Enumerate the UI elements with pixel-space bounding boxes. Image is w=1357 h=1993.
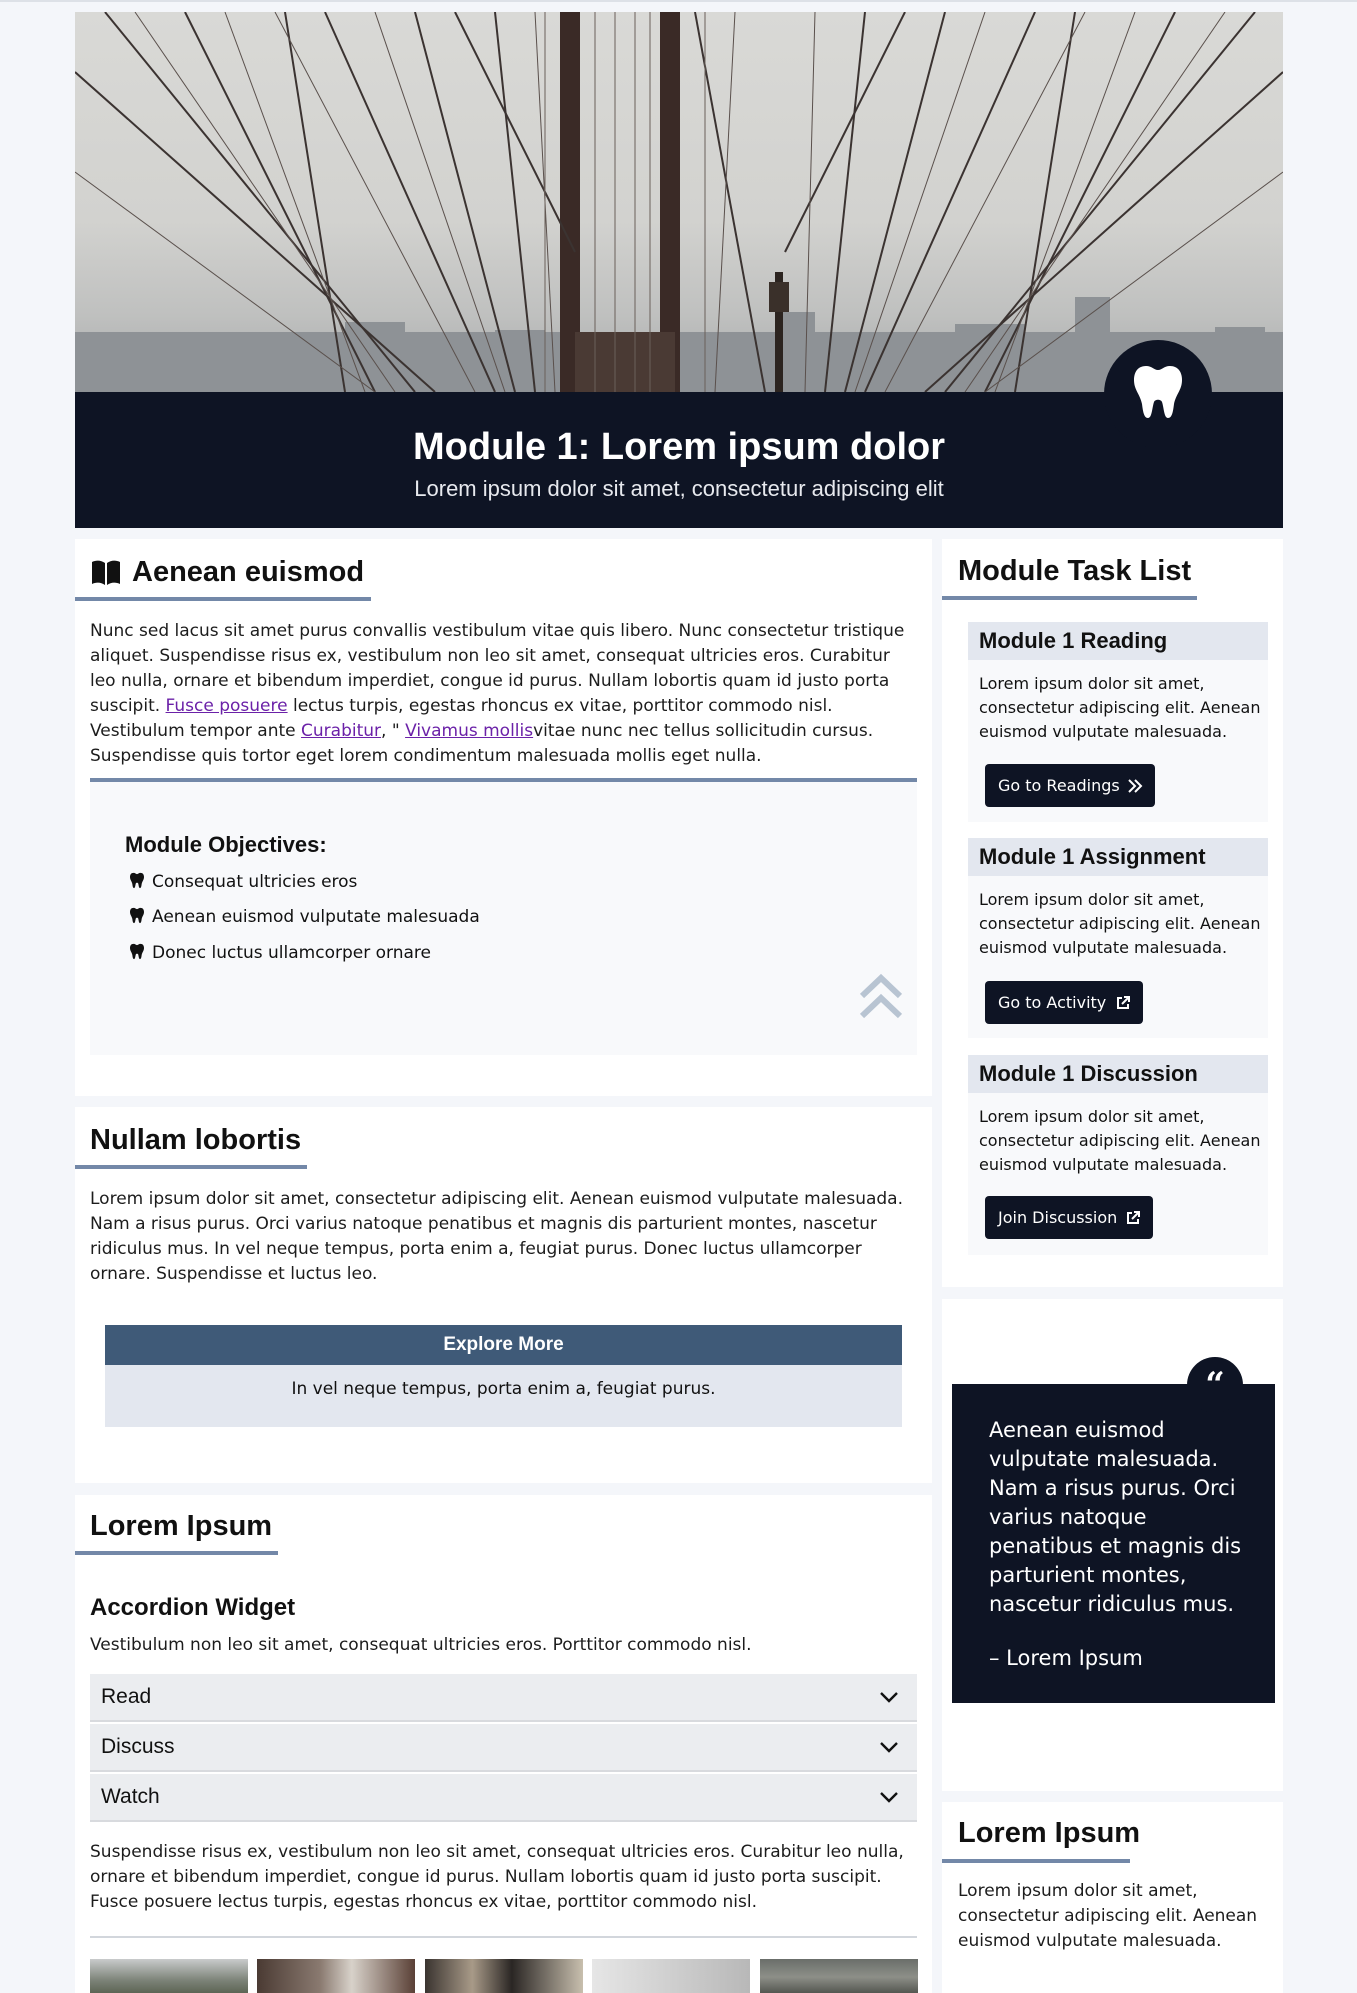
hero-banner: Module 1: Lorem ipsum dolor Lorem ipsum … — [75, 12, 1283, 528]
objectives-title: Module Objectives: — [125, 832, 327, 857]
gallery-thumbnail[interactable] — [760, 1959, 918, 1993]
intro-title: Aenean euismod — [132, 556, 365, 588]
explore-more-body: In vel neque tempus, porta enim a, feugi… — [105, 1365, 902, 1427]
tooth-icon — [130, 943, 144, 960]
accordion-label: Read — [101, 1685, 152, 1708]
explore-more-header: Explore More — [105, 1325, 902, 1365]
task-title-reading: Module 1 Reading — [968, 622, 1268, 660]
lorem-title-rule — [75, 1551, 278, 1555]
quote-text: Aenean euismod vulputate malesuada. Nam … — [989, 1418, 1242, 1616]
objective-item: Donec luctus ullamcorper ornare — [130, 943, 431, 963]
chevron-down-icon — [880, 1742, 898, 1753]
accordion-intro: Vestibulum non leo sit amet, consequat u… — [90, 1635, 752, 1655]
tooth-icon — [130, 907, 144, 924]
lorem-title: Lorem Ipsum — [90, 1510, 273, 1542]
sidebar-footer-title: Lorem Ipsum — [958, 1817, 1141, 1849]
external-link-icon — [1127, 1211, 1140, 1224]
accordion-item-watch[interactable]: Watch — [90, 1774, 917, 1822]
quote-icon: “ — [1187, 1357, 1243, 1413]
task-title-assignment: Module 1 Assignment — [968, 838, 1268, 876]
go-to-readings-button[interactable]: Go to Readings — [985, 764, 1155, 807]
objectives-box: Module Objectives: Consequat ultricies e… — [90, 778, 917, 1055]
nullam-title-rule — [75, 1165, 307, 1169]
accordion-title: Accordion Widget — [90, 1594, 296, 1621]
task-description: Lorem ipsum dolor sit amet, consectetur … — [979, 1107, 1261, 1174]
accordion-item-read[interactable]: Read — [90, 1674, 917, 1722]
tooth-icon — [1134, 366, 1182, 418]
nullam-title: Nullam lobortis — [90, 1124, 302, 1156]
page: Module 1: Lorem ipsum dolor Lorem ipsum … — [0, 2, 1357, 1993]
double-chevron-right-icon — [1128, 779, 1143, 793]
intro-paragraph: Nunc sed lacus sit amet purus convallis … — [90, 621, 905, 766]
nullam-paragraph: Lorem ipsum dolor sit amet, consectetur … — [90, 1189, 903, 1284]
gallery-thumbnail[interactable] — [425, 1959, 583, 1993]
lorem-after-paragraph: Suspendisse risus ex, vestibulum non leo… — [90, 1842, 904, 1912]
page-subtitle: Lorem ipsum dolor sit amet, consectetur … — [414, 476, 944, 501]
hero-title-bar: Module 1: Lorem ipsum dolor Lorem ipsum … — [75, 392, 1283, 528]
join-discussion-button[interactable]: Join Discussion — [985, 1196, 1153, 1239]
task-list-title: Module Task List — [958, 555, 1192, 587]
quote-citation: – Lorem Ipsum — [989, 1646, 1143, 1670]
chevrons-up-icon[interactable] — [858, 972, 904, 1020]
external-link-icon — [1117, 996, 1130, 1009]
accordion-label: Watch — [101, 1785, 160, 1808]
bridge-cables-image — [75, 12, 1283, 392]
book-open-icon — [92, 560, 120, 585]
accordion-item-discuss[interactable]: Discuss — [90, 1724, 917, 1772]
gallery-thumbnail[interactable] — [592, 1959, 750, 1993]
objective-item: Consequat ultricies eros — [130, 872, 357, 892]
quote-box: Aenean euismod vulputate malesuada. Nam … — [952, 1384, 1275, 1703]
gallery-thumbnail[interactable] — [90, 1959, 248, 1993]
link-curabitur[interactable]: Curabitur — [301, 721, 381, 741]
task-title-discussion: Module 1 Discussion — [968, 1055, 1268, 1093]
hero-badge — [1104, 340, 1212, 448]
go-to-activity-button[interactable]: Go to Activity — [985, 981, 1143, 1024]
gallery-divider — [90, 1936, 917, 1938]
hero-image — [75, 12, 1283, 392]
task-description: Lorem ipsum dolor sit amet, consectetur … — [979, 890, 1261, 957]
intro-title-rule — [75, 597, 371, 601]
sidebar-footer-text: Lorem ipsum dolor sit amet, consectetur … — [958, 1881, 1258, 1951]
chevron-down-icon — [880, 1792, 898, 1803]
chevron-down-icon — [880, 1692, 898, 1703]
accordion-label: Discuss — [101, 1735, 175, 1758]
link-fusce-posuere[interactable]: Fusce posuere — [166, 696, 288, 716]
page-title: Module 1: Lorem ipsum dolor — [412, 426, 946, 468]
objective-item: Aenean euismod vulputate malesuada — [130, 907, 480, 927]
task-list-title-rule — [942, 596, 1197, 600]
task-description: Lorem ipsum dolor sit amet, consectetur … — [979, 674, 1261, 741]
link-vivamus-mollis[interactable]: Vivamus mollis — [405, 721, 533, 741]
tooth-icon — [130, 872, 144, 889]
sidebar-footer-rule — [942, 1859, 1130, 1863]
gallery-thumbnail[interactable] — [257, 1959, 415, 1993]
